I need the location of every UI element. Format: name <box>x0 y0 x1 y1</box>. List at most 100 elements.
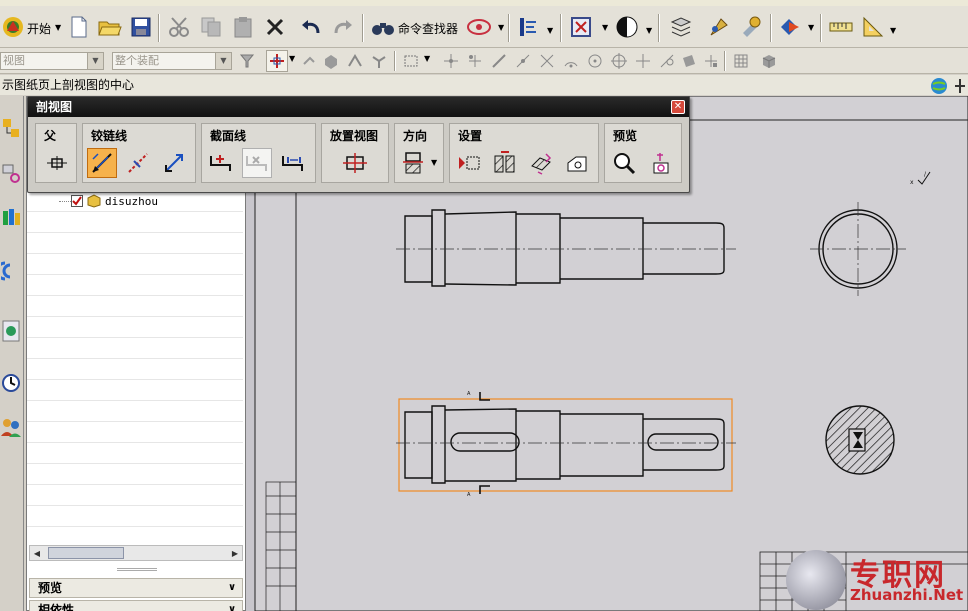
view-orientation-icon[interactable] <box>399 148 429 178</box>
dropdown-icon[interactable]: ▼ <box>547 26 553 35</box>
play-diamond-icon[interactable] <box>776 12 806 42</box>
select-filter-icon[interactable] <box>236 50 258 72</box>
grid-icon[interactable] <box>730 50 752 72</box>
snap-arc-center-icon[interactable] <box>560 50 582 72</box>
snap-point-icon[interactable] <box>266 50 288 72</box>
snap-point-on-curve-icon[interactable] <box>632 50 654 72</box>
zoom-preview-icon[interactable] <box>609 148 639 178</box>
section-preview-header[interactable]: 预览 ∨ <box>29 578 243 598</box>
snap-endpoint-icon[interactable] <box>440 50 462 72</box>
splitter-grip[interactable] <box>117 568 157 571</box>
place-view-icon[interactable] <box>340 148 370 178</box>
section-line-style-icon[interactable] <box>454 148 484 178</box>
feature-select-icon[interactable] <box>344 50 366 72</box>
snap-line-icon[interactable] <box>488 50 510 72</box>
cut-icon[interactable] <box>164 12 194 42</box>
new-file-icon[interactable] <box>64 12 94 42</box>
copy-icon[interactable] <box>196 12 226 42</box>
fit-view-icon[interactable] <box>566 12 596 42</box>
delete-icon[interactable] <box>260 12 290 42</box>
base-view-icon[interactable] <box>42 148 72 178</box>
status-help-icon[interactable] <box>952 77 968 95</box>
binoculars-icon[interactable] <box>368 12 398 42</box>
snap-tangent-icon[interactable] <box>656 50 678 72</box>
chevron-down-icon[interactable]: ∨ <box>224 580 240 596</box>
hidden-components-icon[interactable] <box>526 148 556 178</box>
hinge-line-pick-icon[interactable] <box>123 148 153 178</box>
dropdown-icon[interactable]: ▼ <box>808 23 814 32</box>
view-filter-combo[interactable]: 视图 ▼ <box>0 52 104 70</box>
tools-icon[interactable] <box>704 12 734 42</box>
render-style-icon[interactable] <box>612 12 642 42</box>
non-sectioned-icon[interactable] <box>562 148 592 178</box>
close-icon[interactable]: ✕ <box>671 100 685 114</box>
scroll-right-icon[interactable]: ▶ <box>228 546 242 560</box>
drafting-triangle-icon[interactable] <box>858 12 888 42</box>
dropdown-icon[interactable]: ▼ <box>890 26 896 35</box>
section-dependency-header[interactable]: 相依性 ∨ <box>29 600 243 611</box>
snap-quadrant-icon[interactable] <box>608 50 630 72</box>
save-icon[interactable] <box>126 12 156 42</box>
web-browser-icon[interactable] <box>0 316 22 346</box>
dialog-title-bar[interactable]: 剖视图 <box>28 97 689 117</box>
horizontal-scrollbar[interactable]: ◀ ▶ <box>29 545 243 561</box>
roles-icon[interactable] <box>0 412 22 442</box>
move-segment-icon[interactable] <box>278 148 308 178</box>
constraint-navigator-icon[interactable] <box>0 158 22 188</box>
define-hinge-line-icon[interactable] <box>87 148 117 178</box>
delete-segment-icon[interactable] <box>242 148 272 178</box>
dimension-icon[interactable] <box>826 12 856 42</box>
group-place-view-label: 放置视图 <box>330 129 379 143</box>
nx-logo-icon[interactable] <box>0 12 26 42</box>
svg-text:A: A <box>467 492 471 498</box>
open-folder-icon[interactable] <box>95 12 125 42</box>
tree-row[interactable]: disuzhou <box>27 191 243 212</box>
scroll-left-icon[interactable]: ◀ <box>30 546 44 560</box>
add-segment-icon[interactable] <box>206 148 236 178</box>
solid-cube-icon[interactable] <box>758 50 780 72</box>
hand-wrench-icon[interactable] <box>736 12 766 42</box>
toolbar-separator <box>658 14 660 42</box>
assembly-scope-value: 整个装配 <box>115 54 159 67</box>
dropdown-icon[interactable]: ▼ <box>646 26 652 35</box>
history-clock-icon[interactable] <box>0 368 22 398</box>
snap-face-icon[interactable] <box>678 50 700 72</box>
redo-icon[interactable] <box>328 12 358 42</box>
dropdown-icon[interactable]: ▼ <box>424 54 430 63</box>
rectangle-select-icon[interactable] <box>400 50 422 72</box>
assembly-scope-combo[interactable]: 整个装配 ▼ <box>112 52 232 70</box>
part-navigator-icon[interactable] <box>0 202 22 232</box>
info-icon[interactable] <box>514 12 544 42</box>
assembly-navigator-icon[interactable] <box>0 114 22 144</box>
command-finder-label[interactable]: 命令查找器 <box>398 20 458 37</box>
touch-mode-icon[interactable] <box>464 12 494 42</box>
dropdown-icon[interactable]: ▼ <box>498 23 504 32</box>
undo-select-icon[interactable] <box>298 50 320 72</box>
start-menu-label[interactable]: 开始 <box>27 20 51 37</box>
start-dropdown-icon[interactable]: ▼ <box>55 23 61 32</box>
snap-bounded-icon[interactable] <box>700 50 722 72</box>
dropdown-icon[interactable]: ▼ <box>289 54 295 63</box>
snap-midpoint-icon[interactable] <box>464 50 486 72</box>
layers-icon[interactable] <box>666 12 696 42</box>
paste-icon[interactable] <box>228 12 258 42</box>
snap-intersection-icon[interactable] <box>536 50 558 72</box>
view-style-icon[interactable] <box>490 148 520 178</box>
visibility-checkbox[interactable] <box>71 195 83 207</box>
chevron-down-icon[interactable]: ▼ <box>215 53 231 69</box>
group-orientation: 方向 ▼ <box>394 123 444 183</box>
reverse-direction-icon[interactable] <box>159 148 189 178</box>
snap-circle-icon[interactable] <box>584 50 606 72</box>
chevron-down-icon[interactable]: ▼ <box>87 53 103 69</box>
dropdown-icon[interactable]: ▼ <box>602 23 608 32</box>
chevron-down-icon[interactable]: ∨ <box>224 602 240 611</box>
orientation-dropdown-icon[interactable]: ▼ <box>431 158 437 167</box>
scrollbar-thumb[interactable] <box>48 547 124 559</box>
preview-section-icon[interactable] <box>645 148 675 178</box>
status-globe-icon[interactable] <box>930 77 950 95</box>
edge-select-icon[interactable] <box>368 50 390 72</box>
solid-select-icon[interactable] <box>320 50 342 72</box>
reuse-library-icon[interactable] <box>0 256 22 286</box>
undo-icon[interactable] <box>296 12 326 42</box>
snap-control-icon[interactable] <box>512 50 534 72</box>
